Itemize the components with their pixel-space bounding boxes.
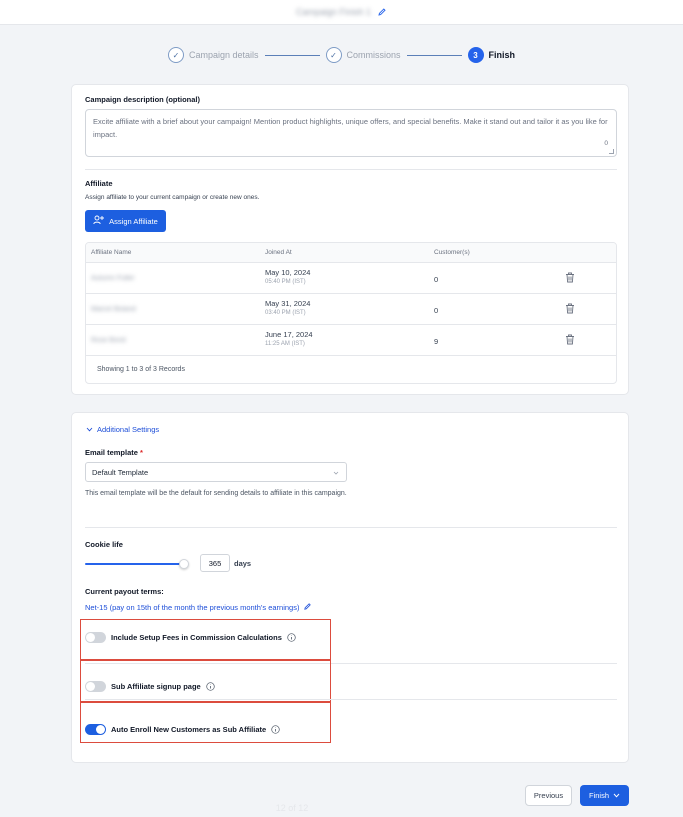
email-template-help: This email template will be the default … (85, 490, 347, 497)
email-template-label: Email template * (85, 448, 143, 457)
description-placeholder: Excite affiliate with a brief about your… (93, 117, 608, 139)
customer-count: 9 (434, 337, 439, 346)
joined-date: May 10, 2024 (265, 268, 311, 277)
auto-enroll-toggle[interactable] (85, 724, 106, 735)
campaign-name: Campaign Finish 1 (295, 7, 372, 17)
finish-button[interactable]: Finish (580, 785, 629, 806)
step-commissions[interactable]: ✓ Commissions (325, 47, 401, 63)
resize-handle-icon[interactable] (609, 149, 614, 154)
assign-affiliate-label: Assign Affiliate (109, 216, 158, 226)
setup-fees-toggle[interactable] (85, 632, 106, 643)
top-bar: Campaign Finish 1 (0, 0, 683, 25)
trash-icon[interactable] (565, 334, 575, 345)
customer-count: 0 (434, 275, 439, 284)
payout-terms-value[interactable]: Net-15 (pay on 15th of the month the pre… (85, 602, 312, 613)
previous-button[interactable]: Previous (525, 785, 572, 806)
customer-count: 0 (434, 306, 439, 315)
highlight-box (80, 702, 331, 743)
sub-affiliate-signup-label: Sub Affiliate signup page (111, 682, 201, 691)
joined-time: 11:25 AM (IST) (265, 341, 305, 347)
description-textarea[interactable]: Excite affiliate with a brief about your… (85, 109, 617, 157)
payout-terms-text: Net-15 (pay on 15th of the month the pre… (85, 603, 300, 612)
payout-terms-label: Current payout terms: (85, 587, 164, 596)
affiliate-table: Affiliate Name Joined At Customer(s) Aut… (85, 242, 617, 384)
campaign-card: Campaign description (optional) Excite a… (71, 84, 629, 395)
table-row: Rose Bond June 17, 2024 11:25 AM (IST) 9 (86, 325, 616, 356)
add-user-icon (93, 215, 105, 227)
description-label: Campaign description (optional) (85, 95, 201, 104)
chevron-down-icon (333, 469, 339, 475)
additional-settings-label: Additional Settings (97, 425, 160, 434)
step-campaign-details[interactable]: ✓ Campaign details (167, 47, 259, 63)
page-indicator: 12 of 12 (275, 803, 309, 813)
table-header: Affiliate Name Joined At Customer(s) (86, 243, 616, 263)
trash-icon[interactable] (565, 272, 575, 283)
info-icon[interactable] (287, 633, 296, 642)
step-label: Finish (488, 50, 516, 60)
table-footer: Showing 1 to 3 of 3 Records (97, 366, 185, 373)
column-header: Customer(s) (434, 249, 470, 256)
slider-handle[interactable] (179, 559, 189, 569)
cookie-life-label: Cookie life (85, 540, 123, 549)
finish-label: Finish (588, 791, 609, 800)
auto-enroll-row: Auto Enroll New Customers as Sub Affilia… (85, 724, 280, 735)
info-icon[interactable] (271, 725, 280, 734)
cookie-life-unit: days (234, 559, 252, 568)
trash-icon[interactable] (565, 303, 575, 314)
sub-affiliate-signup-row: Sub Affiliate signup page (85, 681, 215, 692)
affiliate-subtitle: Assign affiliate to your current campaig… (85, 194, 260, 201)
divider (85, 527, 617, 528)
edit-name-icon[interactable] (377, 7, 387, 17)
info-icon[interactable] (206, 682, 215, 691)
joined-time: 05:40 PM (IST) (265, 279, 306, 285)
sub-affiliate-signup-toggle[interactable] (85, 681, 106, 692)
divider (85, 169, 617, 170)
joined-date: May 31, 2024 (265, 299, 311, 308)
step-connector (264, 54, 320, 56)
table-row: Autumn Fuller May 10, 2024 05:40 PM (IST… (86, 263, 616, 294)
step-connector (406, 54, 462, 56)
email-template-value: Default Template (92, 468, 149, 477)
step-label: Commissions (346, 50, 401, 60)
additional-settings-card: Additional Settings Email template * Def… (71, 412, 629, 763)
step-finish[interactable]: 3 Finish (467, 47, 516, 63)
cookie-life-slider[interactable] (85, 563, 186, 565)
assign-affiliate-button[interactable]: Assign Affiliate (85, 210, 166, 232)
setup-fees-row: Include Setup Fees in Commission Calcula… (85, 632, 296, 643)
additional-settings-toggle[interactable]: Additional Settings (86, 425, 159, 434)
affiliate-name[interactable]: Marcel Boland (91, 306, 136, 313)
column-header: Affiliate Name (91, 249, 132, 256)
auto-enroll-label: Auto Enroll New Customers as Sub Affilia… (111, 725, 267, 734)
email-template-text: Email template (85, 448, 138, 457)
setup-fees-label: Include Setup Fees in Commission Calcula… (111, 633, 282, 642)
joined-time: 03:40 PM (IST) (265, 310, 306, 316)
affiliate-title: Affiliate (85, 179, 113, 188)
progress-stepper: ✓ Campaign details ✓ Commissions 3 Finis… (0, 45, 683, 65)
chevron-down-icon (613, 791, 620, 800)
affiliate-name[interactable]: Rose Bond (91, 337, 126, 344)
step-number: 3 (467, 47, 484, 63)
check-icon: ✓ (325, 47, 342, 63)
check-icon: ✓ (167, 47, 184, 63)
table-row: Marcel Boland May 31, 2024 03:40 PM (IST… (86, 294, 616, 325)
required-mark: * (140, 448, 143, 457)
affiliate-name[interactable]: Autumn Fuller (91, 275, 135, 282)
divider (85, 699, 617, 700)
step-label: Campaign details (188, 50, 259, 60)
cookie-life-input[interactable]: 365 (200, 554, 230, 572)
email-template-select[interactable]: Default Template (85, 462, 347, 482)
chevron-down-icon (86, 425, 93, 434)
joined-date: June 17, 2024 (265, 330, 313, 339)
char-count: 0 (604, 140, 608, 147)
edit-payout-icon[interactable] (303, 602, 312, 613)
column-header: Joined At (265, 249, 292, 256)
